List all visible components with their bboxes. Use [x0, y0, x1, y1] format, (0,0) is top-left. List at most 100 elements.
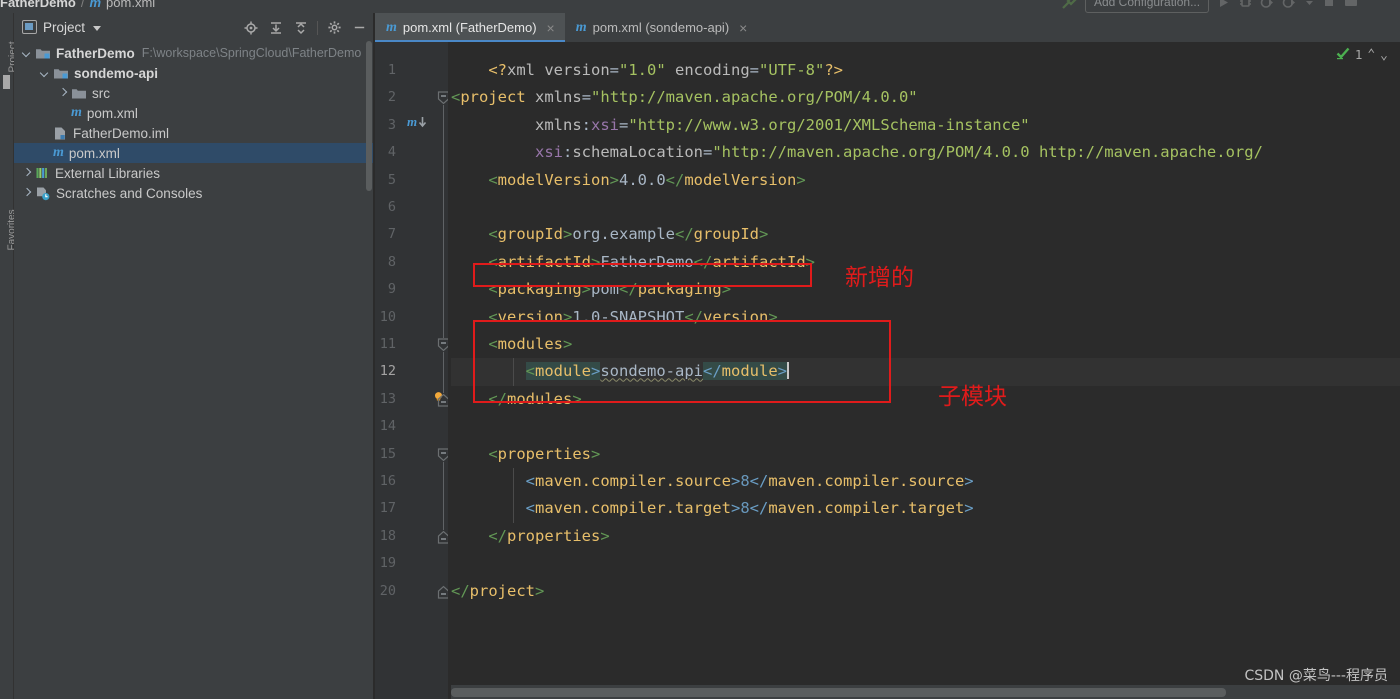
code-line-11[interactable]: <modules>: [451, 331, 572, 358]
inspection-count: 1: [1354, 47, 1363, 62]
code-line-2[interactable]: <project xmlns="http://maven.apache.org/…: [451, 84, 918, 111]
close-icon[interactable]: ×: [547, 21, 555, 35]
breadcrumb-project[interactable]: FatherDemo: [0, 0, 76, 10]
breadcrumb-file[interactable]: pom.xml: [106, 0, 155, 10]
indent-guide: [513, 468, 514, 523]
line-number-19: 19: [379, 555, 396, 572]
tree-item-path-hint: F:\workspace\SpringCloud\FatherDemo: [141, 46, 362, 60]
expand-all-icon[interactable]: [265, 18, 286, 37]
collapse-all-icon[interactable]: [290, 18, 311, 37]
project-window-icon: [22, 20, 37, 34]
scratches-icon: [35, 186, 51, 201]
dropdown-icon[interactable]: [1304, 0, 1315, 8]
chevron-up-icon[interactable]: ⌃: [1367, 47, 1375, 62]
stop-icon[interactable]: [1322, 0, 1336, 9]
run-icon[interactable]: [1216, 0, 1231, 10]
code-line-8[interactable]: <artifactId>FatherDemo</artifactId>: [451, 249, 815, 276]
tree-item-external-libraries[interactable]: External Libraries: [14, 163, 373, 183]
code-line-12[interactable]: <module>sondemo-api</module>: [451, 358, 789, 385]
inspection-status-widget[interactable]: 1 ⌃ ⌃: [1336, 46, 1388, 63]
tree-item-scratches-and-consoles[interactable]: Scratches and Consoles: [14, 183, 373, 203]
code-line-1[interactable]: <?xml version="1.0" encoding="UTF-8"?>: [451, 57, 843, 84]
maven-import-icon[interactable]: m: [407, 114, 427, 130]
tree-item-fatherdemo-iml[interactable]: FatherDemo.iml: [14, 123, 373, 143]
chevron-right-icon[interactable]: [22, 168, 33, 179]
editor-tab-bar: m pom.xml (FatherDemo) × m pom.xml (sondemo-…: [375, 13, 1400, 42]
project-tool-window: Project FatherDemo F:\workspace\SpringCl…: [14, 13, 373, 699]
line-number-1: 1: [387, 62, 396, 78]
maven-m-icon: m: [71, 105, 82, 120]
tool-window-marker: [3, 75, 10, 89]
editor-tab-1[interactable]: m pom.xml (FatherDemo) ×: [375, 13, 565, 42]
line-number-8: 8: [387, 253, 396, 270]
tree-item-label: FatherDemo: [56, 45, 135, 61]
close-icon[interactable]: ×: [739, 21, 747, 35]
locate-in-tree-icon[interactable]: [240, 18, 261, 37]
breadcrumb[interactable]: FatherDemo / m pom.xml: [0, 0, 155, 10]
chevron-right-icon[interactable]: [22, 188, 33, 199]
add-configuration-button[interactable]: Add Configuration...: [1085, 0, 1210, 13]
code-line-5[interactable]: <modelVersion>4.0.0</modelVersion>: [451, 167, 805, 194]
line-number-20: 20: [379, 582, 396, 599]
chevron-down-icon[interactable]: [40, 68, 51, 79]
line-number-18: 18: [379, 527, 396, 544]
code-line-18[interactable]: </properties>: [451, 523, 609, 550]
line-number-6: 6: [387, 199, 396, 215]
tree-item-pom-xml[interactable]: m pom.xml: [14, 143, 373, 163]
green-check-icon: [1336, 46, 1350, 63]
tree-item-label: pom.xml: [86, 105, 138, 121]
code-line-4[interactable]: xsi:schemaLocation="http://maven.apache.…: [451, 139, 1263, 166]
chevron-down-icon[interactable]: [22, 48, 33, 59]
fold-connector: [443, 461, 444, 530]
device-icon[interactable]: [1343, 0, 1359, 10]
tree-item-label: sondemo-api: [74, 65, 159, 81]
watermark: CSDN @菜鸟---程序员: [1244, 668, 1388, 684]
code-line-13[interactable]: </modules>: [451, 386, 581, 413]
add-configuration-label: Add Configuration...: [1094, 0, 1201, 9]
code-line-10[interactable]: <version>1.0-SNAPSHOT</version>: [451, 304, 777, 331]
tree-item-sondemo-api[interactable]: sondemo-api: [14, 63, 373, 83]
tree-item-label: Scratches and Consoles: [56, 185, 203, 201]
chevron-down-icon[interactable]: ⌃: [1380, 47, 1388, 62]
maven-m-icon: m: [89, 0, 102, 10]
project-tree: FatherDemo F:\workspace\SpringCloud\Fathe…: [14, 41, 373, 203]
code-editor[interactable]: <?xml version="1.0" encoding="UTF-8"?> <p…: [451, 42, 1400, 699]
line-number-2: 2: [387, 89, 396, 106]
gear-icon[interactable]: [324, 18, 345, 37]
run-coverage-icon[interactable]: [1260, 0, 1275, 10]
code-line-15[interactable]: <properties>: [451, 441, 600, 468]
fold-connector: [443, 105, 444, 338]
editor-horizontal-scrollbar[interactable]: [451, 685, 1400, 699]
line-number-5: 5: [387, 171, 396, 188]
folder-icon: [71, 86, 87, 100]
breadcrumb-separator: /: [80, 0, 85, 10]
editor-tab-2[interactable]: m pom.xml (sondemo-api) ×: [565, 13, 758, 42]
code-line-7[interactable]: <groupId>org.example</groupId>: [451, 221, 768, 248]
line-number-10: 10: [379, 308, 396, 325]
line-number-7: 7: [387, 226, 396, 243]
editor-tab-label: pom.xml (FatherDemo): [402, 20, 537, 35]
chevron-down-icon[interactable]: [93, 25, 102, 31]
text-caret: [787, 362, 789, 380]
code-line-16[interactable]: <maven.compiler.source>8</maven.compiler…: [451, 468, 974, 495]
tree-item-pom-xml[interactable]: m pom.xml: [14, 103, 373, 123]
profile-icon[interactable]: [1282, 0, 1297, 10]
code-line-20[interactable]: </project>: [451, 578, 544, 605]
tree-item-src[interactable]: src: [14, 83, 373, 103]
editor-tab-label: pom.xml (sondemo-api): [592, 20, 730, 35]
debug-icon[interactable]: [1238, 0, 1253, 10]
build-hammer-icon[interactable]: [1060, 0, 1078, 11]
chevron-right-icon[interactable]: [58, 88, 69, 99]
code-line-3[interactable]: xmlns:xsi="http://www.w3.org/2001/XMLSch…: [451, 112, 1030, 139]
project-panel-toolbar: [240, 18, 370, 37]
code-line-17[interactable]: <maven.compiler.target>8</maven.compiler…: [451, 495, 974, 522]
annotation-newly-added: 新增的: [845, 265, 914, 291]
minimize-icon[interactable]: [349, 18, 370, 37]
tree-item-fatherdemo[interactable]: FatherDemo F:\workspace\SpringCloud\Fathe…: [14, 43, 373, 63]
scrollbar-thumb[interactable]: [451, 688, 1226, 697]
editor-gutter[interactable]: m 1 2 3 4 5 6 7 8 9 10 11 12 13 14 15 16 17 18 19 20: [375, 42, 450, 699]
line-number-3: 3: [387, 116, 396, 133]
code-line-9[interactable]: <packaging>pom</packaging>: [451, 276, 731, 303]
